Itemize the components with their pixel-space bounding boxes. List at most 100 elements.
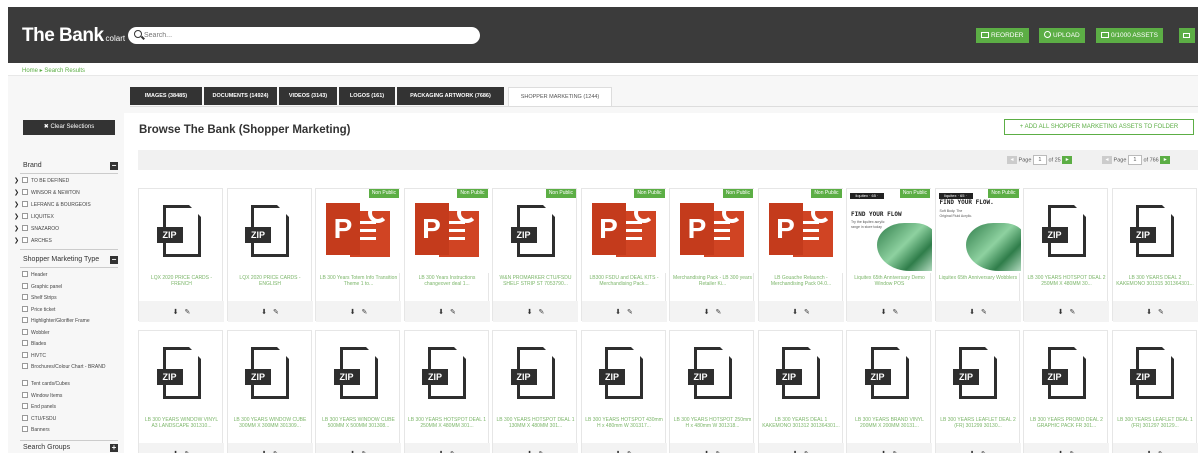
logo[interactable]: The Bank colart [22,25,125,47]
clear-selections-button[interactable]: ✖ Clear Selections [23,120,115,135]
edit-icon[interactable]: ✎ [273,450,279,453]
asset-thumbnail[interactable]: ZIP [228,331,313,415]
asset-thumbnail[interactable]: ZIP [139,331,224,415]
asset-tile[interactable]: ZIP LB 300 YEARS HOTSPOT DEAL 2 250MM X 4… [1023,188,1109,322]
download-icon[interactable]: ⬇ [527,308,533,316]
download-icon[interactable]: ⬇ [969,450,975,453]
download-icon[interactable]: ⬇ [881,450,887,453]
asset-thumbnail[interactable]: ZIP [936,331,1021,415]
asset-thumbnail[interactable]: P [581,189,667,273]
tab-documents[interactable]: DOCUMENTS (14924) [204,87,277,105]
asset-title[interactable]: Liquitex 65th Anniversary Wobblers [939,275,1018,297]
asset-tile[interactable]: P Non Public LB Gouache Relaunch - Merchan… [757,188,844,322]
checkbox[interactable] [22,225,28,231]
download-icon[interactable]: ⬇ [261,450,267,453]
asset-thumbnail[interactable]: ZIP [670,331,755,415]
prev-page-icon[interactable]: ◂ [1102,156,1112,164]
asset-title[interactable]: LB 300 YEARS WINDOW VINYL A3 LANDSCAPE 3… [142,417,221,439]
tab-videos[interactable]: VIDEOS (3143) [279,87,337,105]
asset-title[interactable]: LQX 2020 PRICE CARDS - ENGLISH [231,275,310,297]
search-input[interactable] [144,28,464,43]
tab-shopper-marketing[interactable]: SHOPPER MARKETING (1244) [508,87,612,107]
download-icon[interactable]: ⬇ [969,308,975,316]
download-icon[interactable]: ⬇ [1146,450,1152,453]
asset-tile[interactable]: ZIP LB 300 YEARS HOTSPOT DEAL 1 250MM X 4… [403,330,490,453]
download-icon[interactable]: ⬇ [792,450,798,453]
asset-tile[interactable]: ZIP LQX 2020 PRICE CARDS - ENGLISH ⬇ ✎ [226,188,313,322]
asset-thumbnail[interactable]: liquitex · 65 · FIND YOUR FLOW. Soft Body.… [935,189,1021,273]
edit-icon[interactable]: ✎ [273,308,279,316]
asset-tile[interactable]: ZIP LB 300 YEARS DEAL 2 KAKEMONO 301315 3… [1111,188,1198,322]
asset-title[interactable]: LB300 FSDU and DEAL KITS - Merchandising… [585,275,664,297]
asset-thumbnail[interactable]: ZIP [405,331,490,415]
chevron-right-icon[interactable]: ❯ [14,214,22,221]
edit-icon[interactable]: ✎ [981,450,987,453]
edit-icon[interactable]: ✎ [539,450,545,453]
type-filter-item[interactable]: Header [22,271,116,280]
download-icon[interactable]: ⬇ [1058,450,1064,453]
type-filter-item[interactable]: Brochures/Colour Chart - BRAND [22,363,116,372]
edit-icon[interactable]: ✎ [804,308,810,316]
asset-title[interactable]: LB 300 YEARS BRAND VINYL 200MM X 200MM 3… [850,417,929,439]
type-filter-item[interactable]: HIVTC [22,351,116,361]
asset-title[interactable]: LB 300 YEARS HOTSPOT DEAL 2 250MM X 480M… [1027,275,1106,297]
breadcrumb[interactable]: Home ▸ Search Results [22,67,85,74]
asset-tile[interactable]: liquitex · 65 · FIND YOUR FLOW. Soft Body.… [934,188,1021,322]
asset-tile[interactable]: ZIP LQX 2020 PRICE CARDS - FRENCH ⬇ ✎ [138,188,224,322]
tab-logos[interactable]: LOGOS (161) [339,87,395,105]
brand-filter-item[interactable]: ❯ TO BE DEFINED [14,177,69,186]
checkbox[interactable] [22,363,28,369]
type-filter-item[interactable]: Price ticket [22,305,116,315]
collapse-icon[interactable]: − [110,162,118,170]
checkbox[interactable] [22,213,28,219]
asset-title[interactable]: LB 300 YEARS LEAFLET DEAL 2 (FR) 301299 … [939,417,1018,439]
asset-tile[interactable]: P Non Public LB 300 Years Totem Info Trans… [315,188,401,322]
asset-thumbnail[interactable]: ZIP [1113,331,1198,415]
download-icon[interactable]: ⬇ [350,450,356,453]
download-icon[interactable]: ⬇ [438,450,444,453]
asset-title[interactable]: LB 300 Years Totem Info Transition Theme… [319,275,398,297]
download-icon[interactable]: ⬇ [527,450,533,453]
asset-title[interactable]: LB 300 YEARS LEAFLET DEAL 1 (FR) 301297 … [1116,417,1195,439]
checkbox[interactable] [22,271,28,277]
chevron-right-icon[interactable]: ❯ [14,226,22,233]
asset-title[interactable]: LB 300 YEARS HOTSPOT 250mm H x 480mm W 3… [673,417,752,439]
tab-packaging-artwork[interactable]: PACKAGING ARTWORK (7686) [397,87,504,105]
checkbox[interactable] [22,189,28,195]
checkbox[interactable] [22,317,28,323]
assets-button[interactable]: 0/1000 ASSETS [1096,28,1163,43]
asset-tile[interactable]: P Non Public Merchandising Pack - LB 300 y… [669,188,755,322]
asset-tile[interactable]: ZIP LB 300 YEARS LEAFLET DEAL 2 (FR) 3012… [934,330,1021,453]
type-filter-item[interactable]: Banners [22,426,116,435]
edit-icon[interactable]: ✎ [981,308,987,316]
type-filter-item[interactable]: CTU/FSDU [22,414,116,424]
asset-tile[interactable]: P Non Public LB 300 Years Instructions cha… [403,188,490,322]
asset-title[interactable]: LB 300 YEARS WINDOW CUBE 300MM X 300MM 3… [231,417,310,439]
download-icon[interactable]: ⬇ [173,308,179,316]
download-icon[interactable]: ⬇ [1146,308,1152,316]
type-filter-item[interactable]: Shelf Strips [22,294,116,303]
checkbox[interactable] [22,426,28,432]
brand-filter-item[interactable]: ❯ LIQUITEX [14,213,54,222]
checkbox[interactable] [22,282,28,289]
edit-icon[interactable]: ✎ [627,450,633,453]
download-icon[interactable]: ⬇ [350,308,356,316]
type-filter-item[interactable]: Highlighter/Glorifier Frame [22,317,116,326]
asset-tile[interactable]: ZIP LB 300 YEARS WINDOW VINYL A3 LANDSCAP… [138,330,224,453]
chevron-right-icon[interactable]: ❯ [14,190,22,197]
download-icon[interactable]: ⬇ [704,450,710,453]
edit-icon[interactable]: ✎ [450,308,456,316]
download-icon[interactable]: ⬇ [1058,308,1064,316]
edit-icon[interactable]: ✎ [362,450,368,453]
reorder-button[interactable]: REORDER [976,28,1029,43]
type-filter-item[interactable]: End panels [22,403,116,412]
download-icon[interactable]: ⬇ [792,308,798,316]
brand-filter-item[interactable]: ❯ ARCHES [14,237,52,246]
edit-icon[interactable]: ✎ [804,450,810,453]
asset-thumbnail[interactable]: ZIP [228,189,313,273]
asset-tile[interactable]: ZIP LB 300 YEARS WINDOW CUBE 500MM X 500M… [315,330,401,453]
asset-title[interactable]: Liquitex 65th Anniversary Demo Window PO… [850,275,929,297]
asset-tile[interactable]: ZIP LB 300 YEARS LEAFLET DEAL 1 (FR) 3012… [1111,330,1198,453]
asset-thumbnail[interactable]: ZIP [139,189,224,273]
download-icon[interactable]: ⬇ [881,308,887,316]
